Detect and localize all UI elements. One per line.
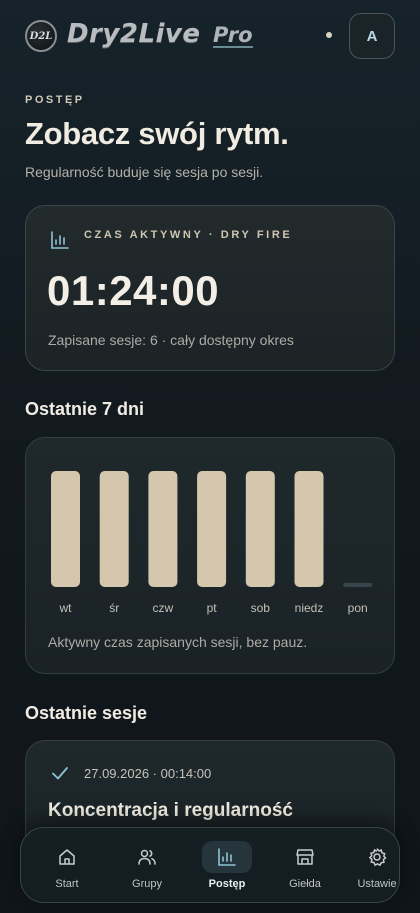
- nav-icon-box: [202, 841, 252, 873]
- bottom-nav: Start Grupy Postęp Giełda Ustawie: [20, 827, 400, 903]
- nav-item-progress[interactable]: Postęp: [189, 828, 265, 902]
- app-header: D2L Dry2Live Pro A: [0, 0, 420, 72]
- page-subtitle: Regularność buduje się sesja po sesji.: [25, 164, 264, 180]
- sessions-section-title: Ostatnie sesje: [25, 703, 148, 723]
- active-time-note: Zapisane sesje: 6 · cały dostępny okres: [48, 332, 294, 348]
- bar-pon: [343, 583, 373, 587]
- day-label-pt: pt: [206, 601, 217, 615]
- week-chart-note: Aktywny czas zapisanych sesji, bez pauz.: [48, 634, 308, 650]
- day-label-pon: pon: [347, 601, 368, 615]
- week-section-title: Ostatnie 7 dni: [25, 399, 145, 419]
- bar-chart-icon: [51, 231, 69, 249]
- home-icon: [59, 849, 75, 865]
- day-label-czw: czw: [152, 601, 174, 615]
- nav-label-progress: Postęp: [208, 878, 246, 890]
- session-meta: 27.09.2026 · 00:14:00: [84, 766, 212, 781]
- nav-item-settings[interactable]: Ustawie: [339, 828, 399, 902]
- status-dot: [326, 32, 332, 38]
- bar-niedz: [294, 471, 324, 587]
- bar-wt: [51, 471, 80, 587]
- store-icon: [296, 849, 314, 865]
- nav-label-start: Start: [55, 878, 79, 890]
- bar-chart-icon: [218, 848, 236, 866]
- active-time-card: CZAS AKTYWNY · DRY FIRE 01:24:00 Zapisan…: [25, 205, 395, 371]
- avatar-button[interactable]: A: [349, 13, 395, 59]
- nav-label-settings: Ustawie: [357, 878, 397, 890]
- logo-wordmark: Dry2Live: [67, 19, 201, 49]
- day-label-sob: sob: [250, 601, 270, 615]
- bar-czw: [148, 471, 178, 587]
- day-label-śr: śr: [109, 601, 120, 615]
- active-time-label: CZAS AKTYWNY · DRY FIRE: [84, 229, 293, 241]
- logo-pro-tag: Pro: [213, 23, 253, 48]
- nav-label-groups: Grupy: [132, 878, 162, 890]
- nav-label-market: Giełda: [289, 878, 321, 890]
- page-eyebrow: POSTĘP: [25, 94, 85, 106]
- nav-icon-box: [42, 841, 92, 873]
- nav-icon-box: [352, 841, 399, 873]
- day-label-niedz: niedz: [294, 601, 324, 615]
- bar-pt: [197, 471, 227, 587]
- nav-item-start[interactable]: Start: [29, 828, 105, 902]
- nav-item-market[interactable]: Giełda: [267, 828, 343, 902]
- active-time-value: 01:24:00: [47, 267, 220, 314]
- bar-sob: [245, 471, 275, 587]
- page-title: Zobacz swój rytm.: [25, 116, 289, 151]
- week-chart-card: wt śr czw pt sob niedz pon Aktywny czas zapisa…: [25, 437, 395, 674]
- logo-badge: D2L: [25, 20, 57, 52]
- session-title: Koncentracja i regularność: [48, 800, 293, 821]
- gear-icon: [368, 848, 387, 867]
- bar-śr: [99, 471, 129, 587]
- check-icon: [52, 767, 68, 780]
- users-icon: [138, 849, 156, 865]
- week-bar-chart: [51, 471, 373, 587]
- day-label-wt: wt: [59, 601, 72, 615]
- nav-item-groups[interactable]: Grupy: [109, 828, 185, 902]
- nav-icon-box: [280, 841, 330, 873]
- nav-icon-box: [122, 841, 172, 873]
